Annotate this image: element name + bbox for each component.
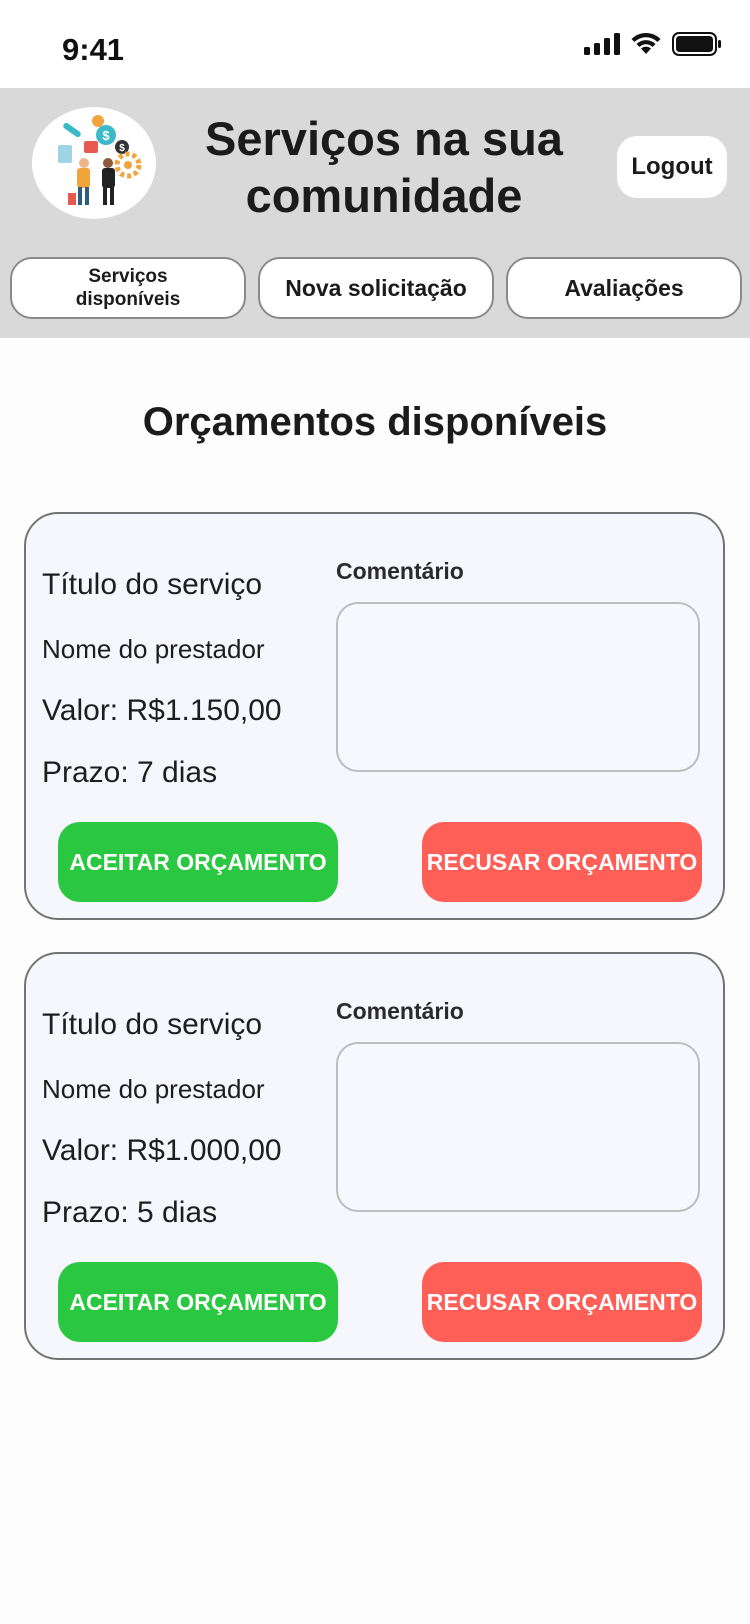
svg-text:$: $ xyxy=(119,143,125,154)
service-title: Título do serviço xyxy=(42,568,263,601)
comment-field[interactable] xyxy=(336,602,700,772)
status-time: 9:41 xyxy=(62,32,125,67)
reject-quote-button[interactable]: RECUSAR ORÇAMENTO xyxy=(422,1262,702,1342)
deadline-value: Prazo: 5 dias xyxy=(42,1196,218,1229)
wifi-icon xyxy=(631,32,661,54)
battery-icon xyxy=(672,32,721,56)
deadline-value: Prazo: 7 dias xyxy=(42,756,218,789)
price-value: Valor: R$1.150,00 xyxy=(42,694,282,727)
page-title: Orçamentos disponíveis xyxy=(142,400,608,444)
comment-label: Comentário xyxy=(336,998,464,1024)
app-header: $ $ Serviços na sua comunidade Logout Se… xyxy=(0,88,750,338)
provider-name: Nome do prestador xyxy=(42,634,265,664)
price-value: Valor: R$1.000,00 xyxy=(42,1134,282,1167)
tab-servicos-disponiveis[interactable]: Serviços disponíveis xyxy=(10,257,246,319)
tab-nova-solicitacao[interactable]: Nova solicitação xyxy=(258,257,494,319)
accept-quote-button[interactable]: ACEITAR ORÇAMENTO xyxy=(58,1262,338,1342)
reject-quote-button[interactable]: RECUSAR ORÇAMENTO xyxy=(422,822,702,902)
logout-button[interactable]: Logout xyxy=(617,136,727,198)
comment-field[interactable] xyxy=(336,1042,700,1212)
comment-label: Comentário xyxy=(336,558,464,584)
status-icons xyxy=(584,32,722,56)
tab-avaliacoes[interactable]: Avaliações xyxy=(506,257,742,319)
quote-card: Título do serviço Nome do prestador Valo… xyxy=(24,512,725,920)
status-bar: 9:41 xyxy=(0,0,750,88)
accept-quote-button[interactable]: ACEITAR ORÇAMENTO xyxy=(58,822,338,902)
community-services-logo: $ $ xyxy=(32,107,156,219)
quote-card: Título do serviço Nome do prestador Valo… xyxy=(24,952,725,1360)
cellular-signal-icon xyxy=(584,33,620,55)
svg-text:$: $ xyxy=(102,128,110,143)
service-title: Título do serviço xyxy=(42,1008,263,1041)
provider-name: Nome do prestador xyxy=(42,1074,265,1104)
app-title: Serviços na sua comunidade xyxy=(205,112,563,222)
